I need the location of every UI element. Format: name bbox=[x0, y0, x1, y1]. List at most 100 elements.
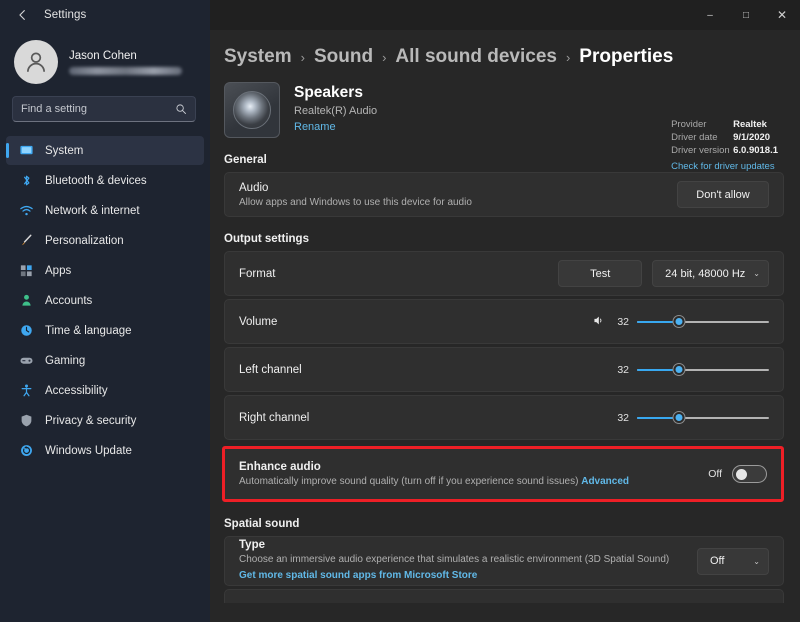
left-channel-slider-thumb[interactable] bbox=[674, 364, 685, 375]
right-channel-label: Right channel bbox=[239, 412, 613, 424]
spatial-type-text: Type Choose an immersive audio experienc… bbox=[239, 539, 697, 583]
audio-setting-row: Audio Allow apps and Windows to use this… bbox=[224, 172, 784, 217]
rename-link[interactable]: Rename bbox=[294, 121, 336, 133]
enhance-audio-desc-text: Automatically improve sound quality (tur… bbox=[239, 476, 578, 487]
breadcrumb-item-sound[interactable]: Sound bbox=[314, 46, 373, 68]
driver-provider-row: Provider Realtek bbox=[671, 118, 778, 131]
sidebar-item-label: Gaming bbox=[45, 355, 85, 367]
advanced-link[interactable]: Advanced bbox=[581, 476, 629, 487]
dont-allow-button[interactable]: Don't allow bbox=[677, 181, 769, 208]
device-meta: Speakers Realtek(R) Audio Rename bbox=[294, 82, 377, 135]
right-channel-slider[interactable] bbox=[637, 410, 769, 426]
window-title: Settings bbox=[44, 9, 86, 21]
sidebar-item-accounts[interactable]: Accounts bbox=[6, 286, 204, 315]
sidebar-item-apps[interactable]: Apps bbox=[6, 256, 204, 285]
volume-setting-row: Volume 32 bbox=[224, 299, 784, 344]
back-button[interactable] bbox=[8, 0, 38, 30]
volume-slider[interactable] bbox=[637, 314, 769, 330]
enhance-audio-toggle-state: Off bbox=[708, 468, 722, 480]
right-channel-text: Right channel bbox=[239, 412, 613, 424]
enhance-audio-text: Enhance audio Automatically improve soun… bbox=[239, 461, 708, 487]
driver-date-value: 9/1/2020 bbox=[733, 131, 770, 144]
profile-name: Jason Cohen bbox=[69, 50, 182, 62]
driver-version-value: 6.0.9018.1 bbox=[733, 144, 778, 157]
audio-label: Audio bbox=[239, 182, 677, 194]
section-title-spatial-sound: Spatial sound bbox=[224, 518, 784, 530]
volume-setting-text: Volume bbox=[239, 316, 591, 328]
right-channel-row: Right channel 32 bbox=[224, 395, 784, 440]
sidebar-item-label: Personalization bbox=[45, 235, 124, 247]
sidebar-item-label: Windows Update bbox=[45, 445, 132, 457]
audio-description: Allow apps and Windows to use this devic… bbox=[239, 197, 677, 208]
test-button[interactable]: Test bbox=[558, 260, 642, 287]
shield-icon bbox=[18, 413, 34, 429]
back-arrow-icon bbox=[16, 8, 30, 22]
brush-icon bbox=[18, 233, 34, 249]
device-subtitle: Realtek(R) Audio bbox=[294, 105, 377, 117]
search-icon bbox=[175, 103, 187, 115]
speaker-wave-icon[interactable] bbox=[591, 314, 605, 330]
chevron-right-icon: › bbox=[566, 50, 570, 65]
window-body: Jason Cohen Find a setting bbox=[0, 30, 800, 622]
spatial-type-description: Choose an immersive audio experience tha… bbox=[239, 554, 697, 565]
profile-text: Jason Cohen bbox=[69, 50, 182, 75]
monitor-icon bbox=[18, 143, 34, 159]
driver-info: Provider Realtek Driver date 9/1/2020 Dr… bbox=[671, 118, 778, 172]
volume-controls: 32 bbox=[591, 314, 769, 330]
close-icon[interactable]: ✕ bbox=[764, 0, 800, 30]
next-section-partial bbox=[224, 589, 784, 603]
sidebar-item-bluetooth-devices[interactable]: Bluetooth & devices bbox=[6, 166, 204, 195]
speaker-icon bbox=[224, 82, 280, 138]
person-icon bbox=[23, 49, 49, 75]
sidebar-item-system[interactable]: System bbox=[6, 136, 204, 165]
format-dropdown[interactable]: 24 bit, 48000 Hz ⌄ bbox=[652, 260, 769, 287]
search-input[interactable]: Find a setting bbox=[12, 96, 196, 122]
left-channel-label: Left channel bbox=[239, 364, 613, 376]
sidebar-item-privacy-security[interactable]: Privacy & security bbox=[6, 406, 204, 435]
sidebar-item-accessibility[interactable]: Accessibility bbox=[6, 376, 204, 405]
driver-version-row: Driver version 6.0.9018.1 bbox=[671, 144, 778, 157]
user-profile[interactable]: Jason Cohen bbox=[0, 32, 210, 94]
sidebar-item-time-language[interactable]: Time & language bbox=[6, 316, 204, 345]
spatial-type-dropdown[interactable]: Off ⌄ bbox=[697, 548, 769, 575]
chevron-right-icon: › bbox=[301, 50, 305, 65]
check-driver-updates-link[interactable]: Check for driver updates bbox=[671, 161, 778, 172]
format-setting-text: Format bbox=[239, 268, 558, 280]
volume-slider-thumb[interactable] bbox=[674, 316, 685, 327]
title-bar-drag-area bbox=[210, 0, 692, 30]
driver-provider-value: Realtek bbox=[733, 118, 767, 131]
enhance-audio-row: Enhance audio Automatically improve soun… bbox=[225, 449, 781, 499]
minimize-icon[interactable]: – bbox=[692, 0, 728, 30]
title-bar-left: Settings bbox=[0, 0, 210, 30]
account-icon bbox=[18, 293, 34, 309]
sidebar-item-gaming[interactable]: Gaming bbox=[6, 346, 204, 375]
enhance-audio-highlight: Enhance audio Automatically improve soun… bbox=[222, 446, 784, 502]
sidebar-item-windows-update[interactable]: Windows Update bbox=[6, 436, 204, 465]
breadcrumb-item-all-sound-devices[interactable]: All sound devices bbox=[395, 46, 557, 68]
apps-icon bbox=[18, 263, 34, 279]
sidebar-item-network-internet[interactable]: Network & internet bbox=[6, 196, 204, 225]
driver-version-label: Driver version bbox=[671, 144, 733, 157]
right-channel-slider-thumb[interactable] bbox=[674, 412, 685, 423]
breadcrumb-item-system[interactable]: System bbox=[224, 46, 292, 68]
sidebar-item-label: Privacy & security bbox=[45, 415, 136, 427]
sidebar-item-label: Time & language bbox=[45, 325, 132, 337]
sidebar-item-label: System bbox=[45, 145, 83, 157]
volume-value: 32 bbox=[613, 316, 629, 328]
gamepad-icon bbox=[18, 353, 34, 369]
sidebar-item-label: Network & internet bbox=[45, 205, 140, 217]
audio-setting-text: Audio Allow apps and Windows to use this… bbox=[239, 182, 677, 208]
maximize-icon[interactable]: □ bbox=[728, 0, 764, 30]
chevron-right-icon: › bbox=[382, 50, 386, 65]
sidebar-item-personalization[interactable]: Personalization bbox=[6, 226, 204, 255]
avatar bbox=[14, 40, 58, 84]
enhance-audio-toggle[interactable] bbox=[732, 465, 767, 483]
spatial-type-label: Type bbox=[239, 539, 697, 551]
left-channel-slider[interactable] bbox=[637, 362, 769, 378]
chevron-down-icon: ⌄ bbox=[753, 557, 760, 566]
spatial-store-link[interactable]: Get more spatial sound apps from Microso… bbox=[239, 570, 477, 581]
enhance-audio-description: Automatically improve sound quality (tur… bbox=[239, 476, 708, 487]
device-name: Speakers bbox=[294, 84, 377, 102]
enhance-audio-label: Enhance audio bbox=[239, 461, 708, 473]
enhance-audio-controls: Off bbox=[708, 465, 767, 483]
